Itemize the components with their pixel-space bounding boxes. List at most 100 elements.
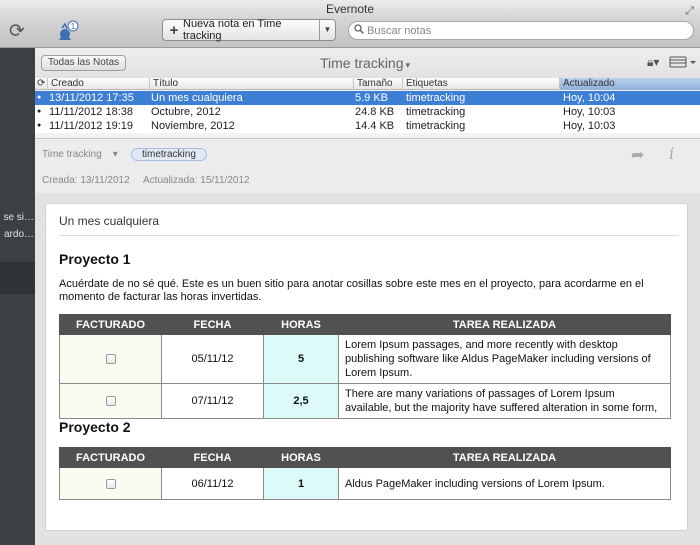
column-headers: ⟳ Creado Título Tamaño Etiquetas Actuali… [35, 78, 700, 90]
project1-text: Acuérdate de no sé qué. Este es un buen … [59, 278, 644, 303]
billed-checkbox[interactable] [105, 478, 116, 489]
column-updated[interactable]: Actualizado [559, 78, 700, 90]
row-tags: timetracking [406, 92, 466, 104]
note-list-row[interactable]: ● 13/11/2012 17:35 Un mes cualquiera 5.9 KB… [35, 91, 700, 105]
view-options-icon[interactable] [669, 54, 699, 70]
project1-heading: Proyecto 1 [59, 251, 131, 267]
header-hours: HORAS [263, 314, 339, 335]
row-size: 24.8 KB [355, 106, 395, 118]
table-header-row: FACTURADO FECHA HORAS TAREA REALIZADA [59, 314, 671, 335]
notebook-title: Time tracking [320, 55, 404, 71]
row-size: 5.9 KB [355, 92, 389, 104]
date-cell: 07/11/12 [161, 383, 264, 419]
header-date: FECHA [161, 447, 264, 468]
row-size: 14.4 KB [355, 120, 395, 132]
row-title: Un mes cualquiera [151, 92, 243, 104]
billed-cell [59, 334, 162, 384]
sync-icon[interactable]: ⟳ [6, 21, 28, 43]
sidebar-truncated-text[interactable]: se si… [3, 212, 34, 223]
new-note-button[interactable]: + Nueva nota en Time tracking ▼ [162, 18, 336, 42]
hours-cell: 1 [263, 467, 339, 500]
evernote-window: Evernote ⤢ ⟳ 1 + Nueva nota en Time trac… [0, 0, 700, 545]
account-icon[interactable]: 1 [56, 18, 80, 44]
search-icon [351, 24, 367, 37]
task-cell: Lorem Ipsum passages, and more recently … [338, 334, 671, 384]
note-notebook-name: Time tracking [42, 149, 102, 160]
row-created: 11/11/2012 19:19 [49, 120, 134, 132]
table-row: 06/11/12 1 Aldus PageMaker including versi… [59, 467, 671, 500]
row-tags: timetracking [406, 106, 466, 118]
window-title: Evernote [325, 2, 375, 16]
chevron-down-icon: ▾ [405, 60, 411, 70]
time-table-project2: FACTURADO FECHA HORAS TAREA REALIZADA 06/11/… [59, 447, 671, 500]
plus-icon: + [169, 21, 179, 39]
header-billed: FACTURADO [59, 314, 162, 335]
note-dates: Creada: 13/11/2012 Actualizada: 15/11/20… [42, 175, 250, 186]
row-updated: Hoy, 10:04 [563, 92, 616, 104]
project2-heading: Proyecto 2 [59, 419, 131, 435]
hours-cell: 5 [263, 334, 339, 384]
created-date: Creada: 13/11/2012 [42, 175, 130, 186]
toolbar: ⟳ 1 + Nueva nota en Time tracking ▼ Busc… [0, 18, 700, 48]
row-created: 13/11/2012 17:35 [49, 92, 134, 104]
note-list-header: Todas las Notas Time tracking ▾ 🔒︎▾ [35, 48, 700, 78]
row-title: Octubre, 2012 [151, 106, 221, 118]
row-created: 11/11/2012 18:38 [49, 106, 134, 118]
note-list: Todas las Notas Time tracking ▾ 🔒︎▾ ⟳ Cre… [35, 48, 700, 138]
search-placeholder: Buscar notas [367, 24, 432, 37]
note-list-row[interactable]: ● 11/11/2012 19:19 Noviembre, 2012 14.4 KB t… [35, 119, 700, 133]
table-header-row: FACTURADO FECHA HORAS TAREA REALIZADA [59, 447, 671, 468]
header-billed: FACTURADO [59, 447, 162, 468]
new-note-dropdown[interactable]: ▼ [319, 20, 335, 40]
header-hours: HORAS [263, 447, 339, 468]
task-cell: Aldus PageMaker including versions of Lo… [338, 467, 671, 500]
task-cell: There are many variations of passages of… [338, 383, 671, 419]
new-note-label: Nueva nota en Time tracking [183, 18, 282, 42]
share-icon[interactable]: ➦ [631, 145, 644, 165]
search-field[interactable]: Buscar notas [348, 21, 694, 40]
date-cell: 06/11/12 [161, 467, 264, 500]
all-notes-button[interactable]: Todas las Notas [41, 55, 127, 71]
sync-dot: ● [37, 122, 42, 129]
tag-pill[interactable]: timetracking [131, 148, 207, 161]
note-list-row[interactable]: ● 11/11/2012 18:38 Octubre, 2012 24.8 KB tim… [35, 105, 700, 119]
date-cell: 05/11/12 [161, 334, 264, 384]
note-editor: Un mes cualquiera Proyecto 1 Acuérdate d… [35, 193, 700, 545]
sidebar: se si… ardo… [0, 48, 35, 545]
hours-cell: 2,5 [263, 383, 339, 419]
table-row: 05/11/12 5 Lorem Ipsum passages, and more … [59, 334, 671, 384]
row-title: Noviembre, 2012 [151, 120, 235, 132]
note-notebook-selector[interactable]: Time tracking ▾ [42, 149, 118, 160]
billed-cell [59, 467, 162, 500]
table-row: 07/11/12 2,5 There are many variations of … [59, 383, 671, 419]
info-icon[interactable]: i [669, 144, 674, 163]
note-title[interactable]: Un mes cualquiera [59, 214, 159, 228]
title-bar: Evernote ⤢ [0, 0, 700, 18]
note-body[interactable]: Un mes cualquiera Proyecto 1 Acuérdate d… [45, 203, 688, 531]
header-task: TAREA REALIZADA [338, 314, 671, 335]
header-date: FECHA [161, 314, 264, 335]
note-meta-bar: Time tracking ▾ timetracking ➦ i Creada:… [35, 138, 700, 193]
sync-status-column-icon: ⟳ [37, 78, 46, 89]
header-task: TAREA REALIZADA [338, 447, 671, 468]
billed-checkbox[interactable] [105, 396, 116, 407]
sidebar-section [0, 262, 35, 294]
account-badge: 1 [71, 22, 76, 31]
time-table-project1: FACTURADO FECHA HORAS TAREA REALIZADA 05/11/… [59, 314, 671, 419]
notebook-title-dropdown[interactable]: Time tracking ▾ [320, 55, 410, 71]
sidebar-truncated-text[interactable]: ardo… [4, 229, 34, 240]
lock-icon[interactable]: 🔒︎▾ [647, 55, 659, 70]
column-tags[interactable]: Etiquetas [402, 78, 559, 90]
updated-date: Actualizada: 15/11/2012 [143, 175, 250, 186]
sync-dot: ● [37, 108, 42, 115]
billed-cell [59, 383, 162, 419]
row-updated: Hoy, 10:03 [563, 120, 616, 132]
column-title[interactable]: Título [149, 78, 353, 90]
row-updated: Hoy, 10:03 [563, 106, 616, 118]
sync-dot: ● [37, 94, 42, 101]
column-size[interactable]: Tamaño [353, 78, 402, 90]
billed-checkbox[interactable] [105, 354, 116, 365]
title-divider [59, 235, 679, 236]
row-tags: timetracking [406, 120, 466, 132]
column-created[interactable]: Creado [47, 78, 149, 90]
